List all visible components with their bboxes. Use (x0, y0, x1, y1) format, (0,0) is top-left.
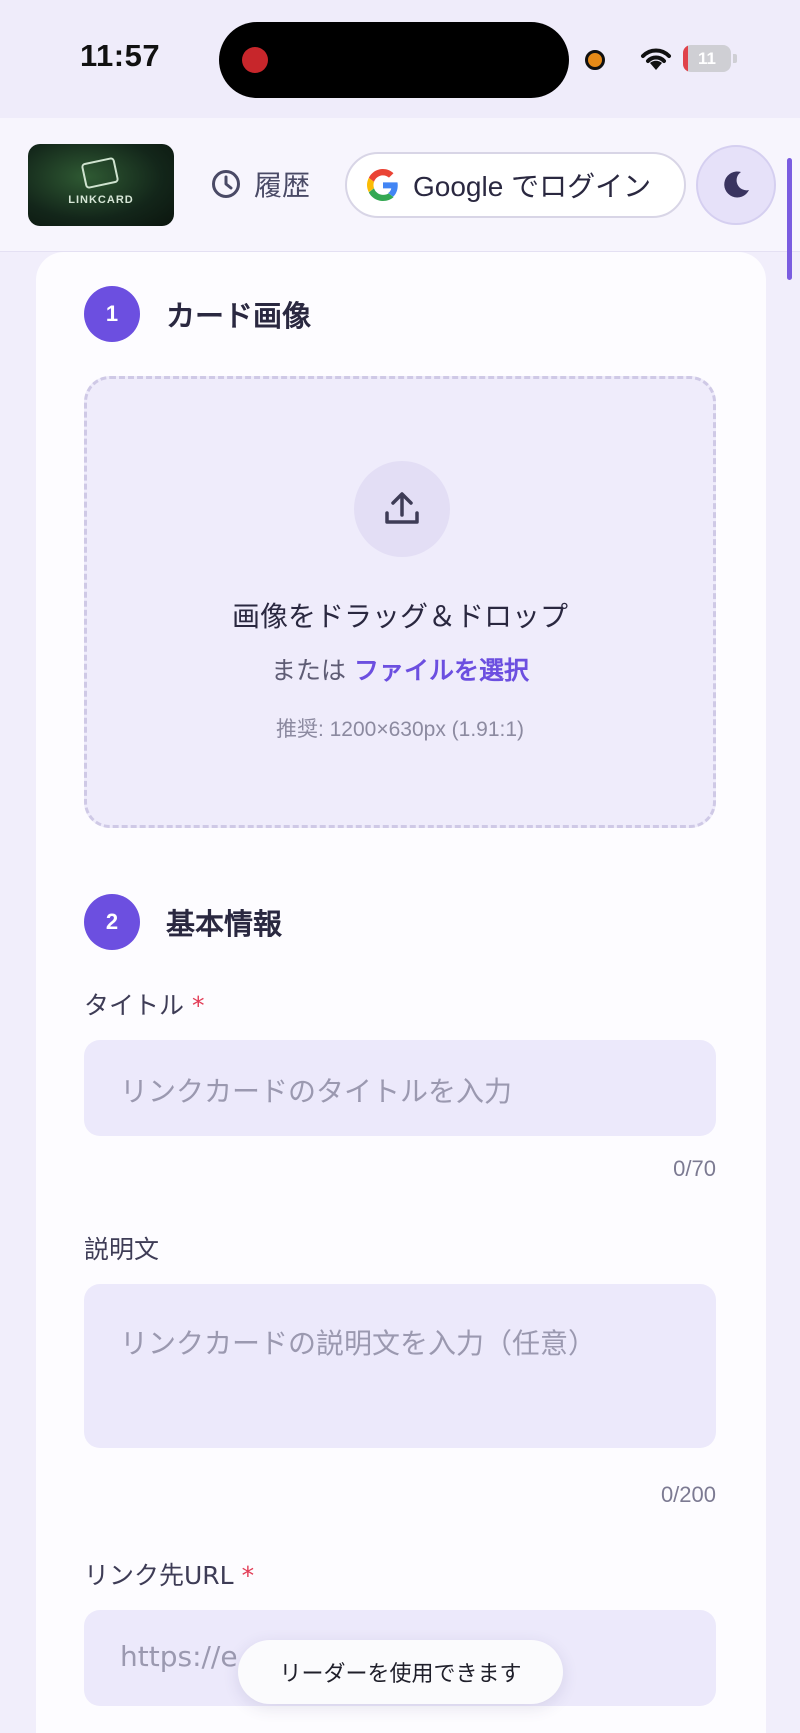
description-char-counter: 0/200 (660, 1482, 716, 1507)
moon-icon (724, 171, 749, 198)
battery-level: 11 (698, 49, 716, 68)
app-header: LINKCARD 履歴 Google でログイン (0, 118, 800, 252)
description-placeholder: リンクカードの説明文を入力（任意） (120, 1327, 597, 1360)
history-button[interactable]: 履歴 (210, 164, 310, 204)
google-icon (367, 169, 398, 201)
step-badge: 1 (84, 286, 140, 342)
title-field-label: タイトル * (84, 986, 205, 1022)
logo-image-icon (80, 156, 120, 190)
upload-icon-circle (354, 461, 450, 557)
dropzone-title: 画像をドラッグ＆ドロップ (231, 600, 568, 633)
status-time: 11:57 (80, 38, 161, 73)
dynamic-island (219, 22, 569, 98)
section-title: カード画像 (166, 299, 312, 333)
toast-text: リーダーを使用できます (279, 1662, 522, 1687)
description-textarea[interactable]: リンクカードの説明文を入力（任意） (84, 1284, 716, 1448)
description-label-text: 説明文 (84, 1235, 160, 1264)
section-basic-info-header: 2 基本情報 (84, 894, 282, 950)
scrollbar-thumb[interactable] (787, 158, 792, 280)
title-label-text: タイトル (84, 991, 185, 1020)
logo-text: LINKCARD (68, 194, 134, 206)
theme-toggle-button[interactable] (696, 145, 776, 225)
image-dropzone[interactable]: 画像をドラッグ＆ドロップ または ファイルを選択 推奨: 1200×630px … (84, 376, 716, 828)
history-label: 履歴 (254, 169, 311, 202)
dropzone-subtitle: または ファイルを選択 (87, 651, 713, 687)
wifi-icon (641, 48, 671, 70)
required-mark: * (241, 1561, 255, 1590)
description-field-label: 説明文 (84, 1230, 159, 1266)
url-field-label: リンク先URL * (84, 1556, 254, 1592)
app-logo[interactable]: LINKCARD (28, 144, 174, 226)
url-placeholder: https://e (120, 1640, 238, 1673)
recording-indicator-icon (242, 47, 268, 73)
section-title: 基本情報 (166, 907, 283, 941)
dropzone-or-text: または (271, 656, 347, 685)
title-input[interactable]: リンクカードのタイトルを入力 (84, 1040, 716, 1136)
title-char-counter: 0/70 (673, 1156, 716, 1181)
privacy-indicator-icon (585, 50, 605, 70)
status-bar: 11:57 11 (0, 0, 800, 118)
required-mark: * (192, 991, 205, 1020)
google-login-button[interactable]: Google でログイン (345, 152, 686, 218)
title-placeholder: リンクカードのタイトルを入力 (120, 1075, 513, 1108)
dropzone-hint: 推奨: 1200×630px (1.91:1) (275, 718, 525, 741)
battery-icon: 11 (683, 45, 737, 72)
url-label-text: リンク先URL (84, 1561, 234, 1590)
step-badge: 2 (84, 894, 140, 950)
section-card-image-header: 1 カード画像 (84, 286, 311, 342)
upload-icon (385, 492, 419, 524)
clock-icon (212, 170, 240, 198)
google-login-label: Google でログイン (413, 171, 652, 202)
reader-available-toast[interactable]: リーダーを使用できます (238, 1640, 563, 1704)
select-file-link[interactable]: ファイルを選択 (354, 656, 529, 685)
